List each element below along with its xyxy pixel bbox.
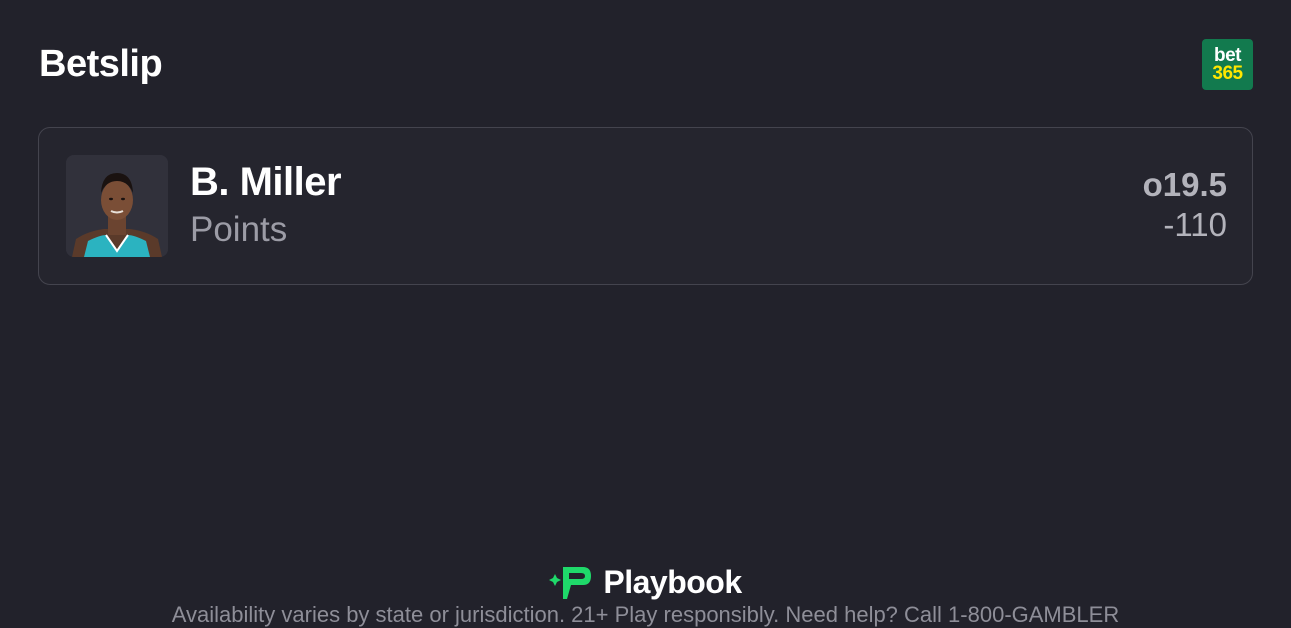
player-headshot-image [66, 155, 168, 257]
bet-odds: -110 [1163, 206, 1227, 243]
playbook-brand-name: Playbook [603, 564, 742, 600]
betslip-page: Betslip bet 365 B. Miller Points o19.5 -… [0, 0, 1291, 628]
player-headshot [66, 155, 168, 257]
responsible-gambling-disclaimer: Availability varies by state or jurisdic… [171, 602, 1120, 627]
player-name: B. Miller [190, 160, 342, 204]
header: Betslip bet 365 [39, 38, 1253, 90]
page-title: Betslip [39, 42, 163, 85]
sportsbook-logo-line2: 365 [1212, 62, 1243, 84]
sportsbook-logo: bet 365 [1202, 38, 1253, 90]
bet-line: o19.5 [1142, 166, 1227, 203]
sportsbook-logo-line1: bet [1214, 44, 1242, 66]
bet-selection-card[interactable]: B. Miller Points o19.5 -110 [38, 127, 1253, 285]
footer-brand: Playbook [0, 564, 1291, 601]
market-label: Points [190, 210, 288, 249]
playbook-logo-icon [549, 566, 592, 599]
